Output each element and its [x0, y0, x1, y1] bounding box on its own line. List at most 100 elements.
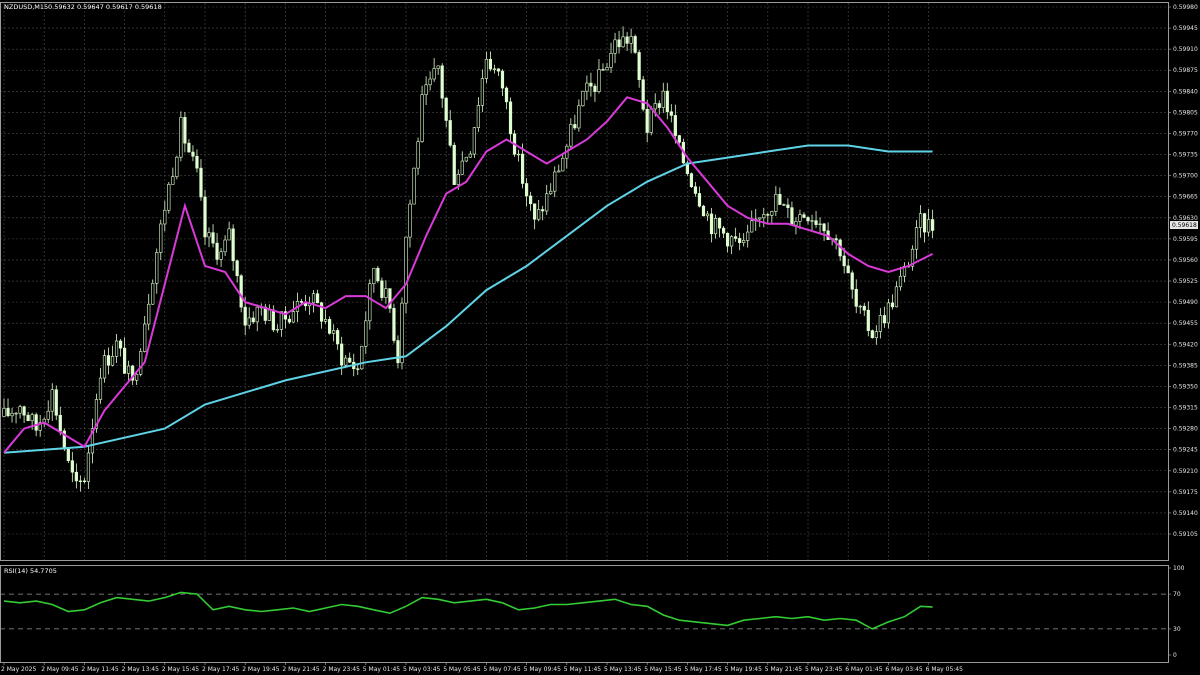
candle-body — [287, 318, 292, 323]
candle-body — [790, 207, 794, 226]
candle-body — [649, 108, 653, 133]
price-tick-label: 0.59175 — [1173, 489, 1198, 496]
time-tick-label: 5 May 19:45 — [725, 666, 763, 673]
candle-body — [187, 142, 191, 153]
candle-body — [340, 343, 344, 366]
candle-body — [416, 141, 420, 169]
candle-body — [573, 124, 577, 129]
candle-body — [577, 105, 581, 129]
price-tick-label: 0.59805 — [1173, 109, 1198, 116]
candle-body — [323, 319, 328, 322]
price-tick-label: 0.59840 — [1173, 88, 1198, 95]
candle-body — [2, 408, 6, 417]
candle-body — [862, 305, 866, 311]
candle-body — [163, 209, 167, 225]
candle-body — [267, 309, 271, 321]
candle-body — [219, 251, 223, 260]
candle-body — [464, 156, 468, 162]
candle-body — [299, 301, 304, 303]
candle-body — [898, 275, 903, 288]
candle-body — [593, 85, 597, 92]
candle-body — [231, 228, 235, 262]
time-tick-label: 2 May 09:45 — [41, 666, 79, 673]
candle-body — [291, 311, 296, 323]
candle-body — [82, 480, 86, 483]
candle-body — [822, 223, 826, 232]
candle-body — [750, 220, 754, 233]
candle-body — [368, 283, 372, 322]
candle-body — [581, 90, 585, 107]
candle-body — [135, 374, 139, 381]
price-tick-label: 0.59140 — [1173, 510, 1198, 517]
candle-body — [697, 193, 702, 207]
candle-body — [641, 79, 645, 110]
candle-body — [537, 209, 541, 220]
candle-body — [918, 213, 923, 228]
current-price-tag: 0.59618 — [1170, 221, 1198, 229]
candle-body — [400, 302, 404, 364]
candle-body — [167, 183, 171, 211]
candle-body — [199, 167, 203, 198]
candle-body — [496, 68, 501, 72]
candle-body — [806, 217, 810, 222]
candle-body — [183, 117, 187, 144]
candle-body — [147, 303, 151, 325]
chart-symbol-label: NZDUSD,M15 — [4, 3, 48, 11]
candle-body — [159, 223, 163, 253]
candle-body — [344, 357, 348, 366]
price-tick-label: 0.59385 — [1173, 362, 1198, 369]
candle-body — [239, 275, 243, 308]
candle-body — [384, 288, 388, 298]
candle-body — [444, 97, 448, 121]
candle-body — [802, 214, 806, 218]
price-tick-label: 0.59595 — [1173, 236, 1198, 243]
candle-body — [721, 227, 726, 234]
candle-body — [561, 157, 565, 172]
candle-body — [657, 103, 661, 108]
candle-body — [931, 219, 935, 231]
candle-body — [693, 186, 698, 194]
candle-body — [428, 78, 432, 86]
candle-body — [766, 214, 770, 216]
candle-body — [360, 345, 364, 370]
candle-body — [621, 36, 625, 48]
candle-body — [922, 213, 927, 233]
candle-body — [665, 90, 669, 113]
candle-body — [818, 223, 822, 225]
candle-body — [730, 236, 734, 247]
candle-body — [328, 319, 332, 334]
candle-body — [705, 213, 710, 217]
time-tick-label: 5 May 01:45 — [363, 666, 401, 673]
price-tick-label: 0.59490 — [1173, 299, 1198, 306]
candle-body — [617, 39, 621, 48]
candle-body — [798, 214, 802, 222]
candle-body — [553, 171, 557, 192]
candle-body — [372, 267, 376, 284]
candle-body — [143, 323, 147, 352]
candle-body — [492, 68, 497, 70]
price-tick-label: 0.59735 — [1173, 152, 1198, 159]
candle-body — [842, 255, 846, 267]
candle-body — [834, 238, 838, 241]
time-tick-label: 2 May 11:45 — [81, 666, 119, 673]
candle-body — [866, 309, 870, 331]
candle-body — [380, 280, 384, 298]
candle-body — [713, 218, 718, 235]
candle-body — [30, 414, 34, 422]
candle-body — [890, 302, 895, 308]
candle-body — [786, 204, 790, 208]
candle-body — [476, 105, 480, 128]
candle-body — [886, 302, 890, 324]
candle-body — [436, 65, 440, 69]
candle-body — [633, 36, 637, 53]
price-tick-label: 0.59700 — [1173, 173, 1198, 180]
price-tick-label: 0.59350 — [1173, 383, 1198, 390]
rsi-tick-label: 100 — [1173, 565, 1185, 572]
candle-body — [118, 340, 123, 349]
candle-body — [858, 305, 862, 308]
candle-body — [58, 414, 62, 432]
candle-body — [195, 155, 199, 169]
candle-body — [392, 308, 396, 341]
candle-body — [894, 286, 899, 308]
candle-body — [549, 190, 553, 195]
